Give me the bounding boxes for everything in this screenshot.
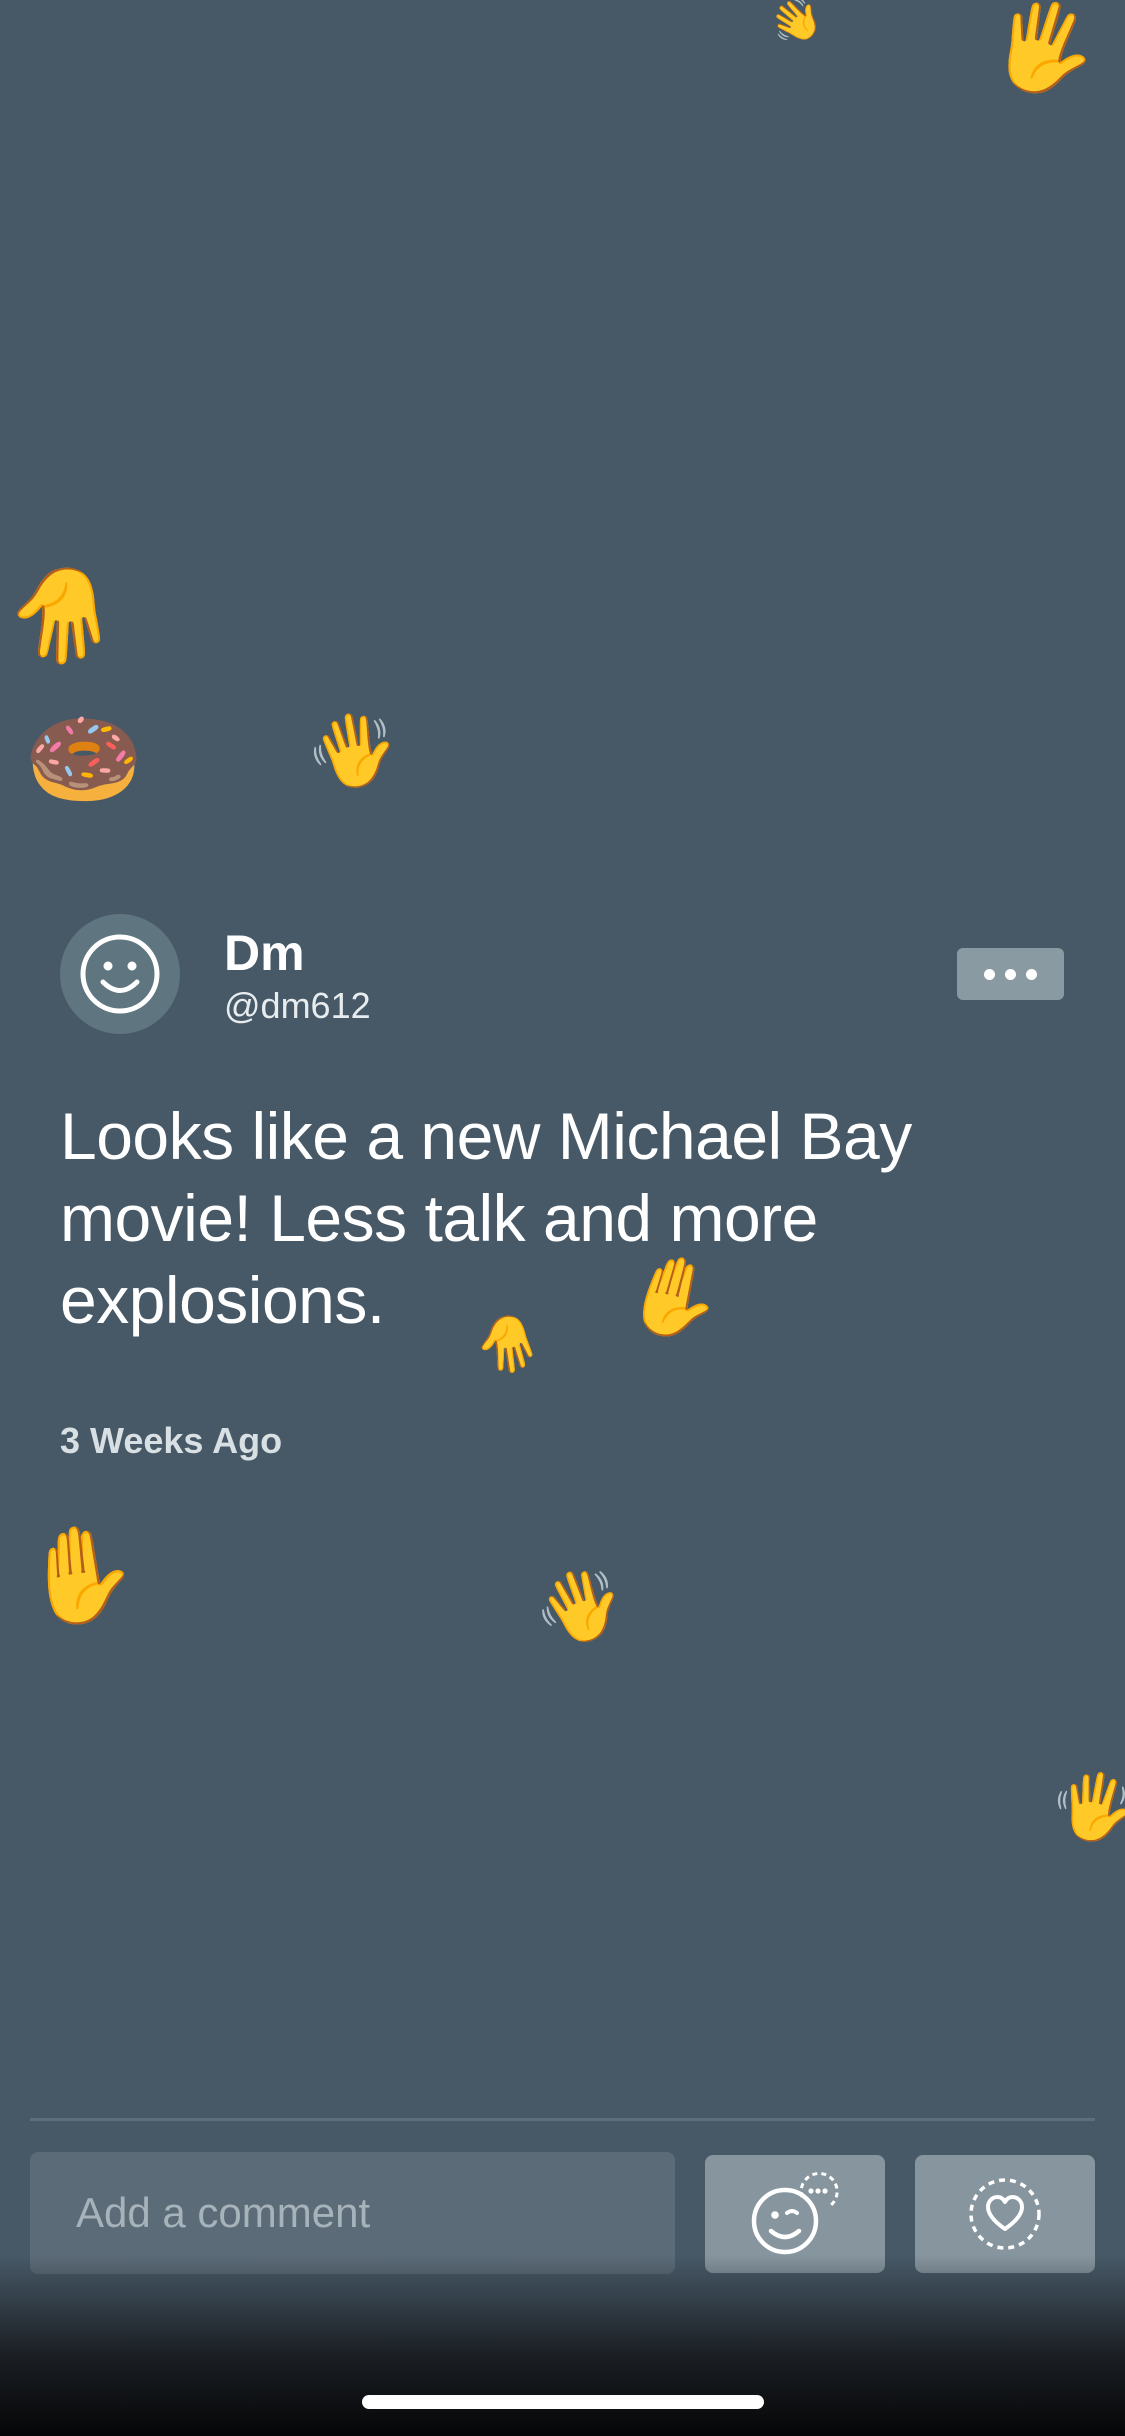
emoji-react-icon: [751, 2172, 839, 2255]
floating-wave-emoji: 👋: [1037, 1749, 1125, 1863]
heart-icon: [969, 2178, 1041, 2250]
avatar[interactable]: [60, 914, 180, 1034]
author-display-name[interactable]: Dm: [224, 924, 305, 982]
footer-divider: [30, 2118, 1095, 2121]
donut-emoji: 🍩: [24, 706, 144, 813]
post-detail-screen: 👋 🖐 🖐 🍩 👋 ✋ 🖐 ✋ 👋 👋 Dm @dm612 Looks like…: [0, 0, 1125, 2436]
floating-hand-emoji: ✋: [17, 1517, 144, 1632]
home-indicator[interactable]: [362, 2395, 764, 2409]
floating-wave-emoji: 👋: [529, 1559, 630, 1651]
floating-hand-emoji: 🖐: [979, 0, 1108, 109]
floating-hand-emoji: 🖐: [8, 567, 118, 666]
ellipsis-icon: [984, 968, 995, 980]
post-timestamp: 3 Weeks Ago: [60, 1420, 283, 1461]
smiley-face-icon: [80, 934, 160, 1014]
author-handle[interactable]: @dm612: [224, 985, 371, 1027]
ellipsis-icon-dot: [1026, 968, 1037, 980]
floating-wave-emoji: 👋: [763, 0, 829, 52]
floating-wave-emoji: 👋: [297, 697, 409, 803]
more-options-button[interactable]: [957, 948, 1064, 1000]
ellipsis-icon-dot: [1005, 968, 1016, 980]
post-body-text: Looks like a new Michael Bay movie! Less…: [60, 1099, 912, 1337]
